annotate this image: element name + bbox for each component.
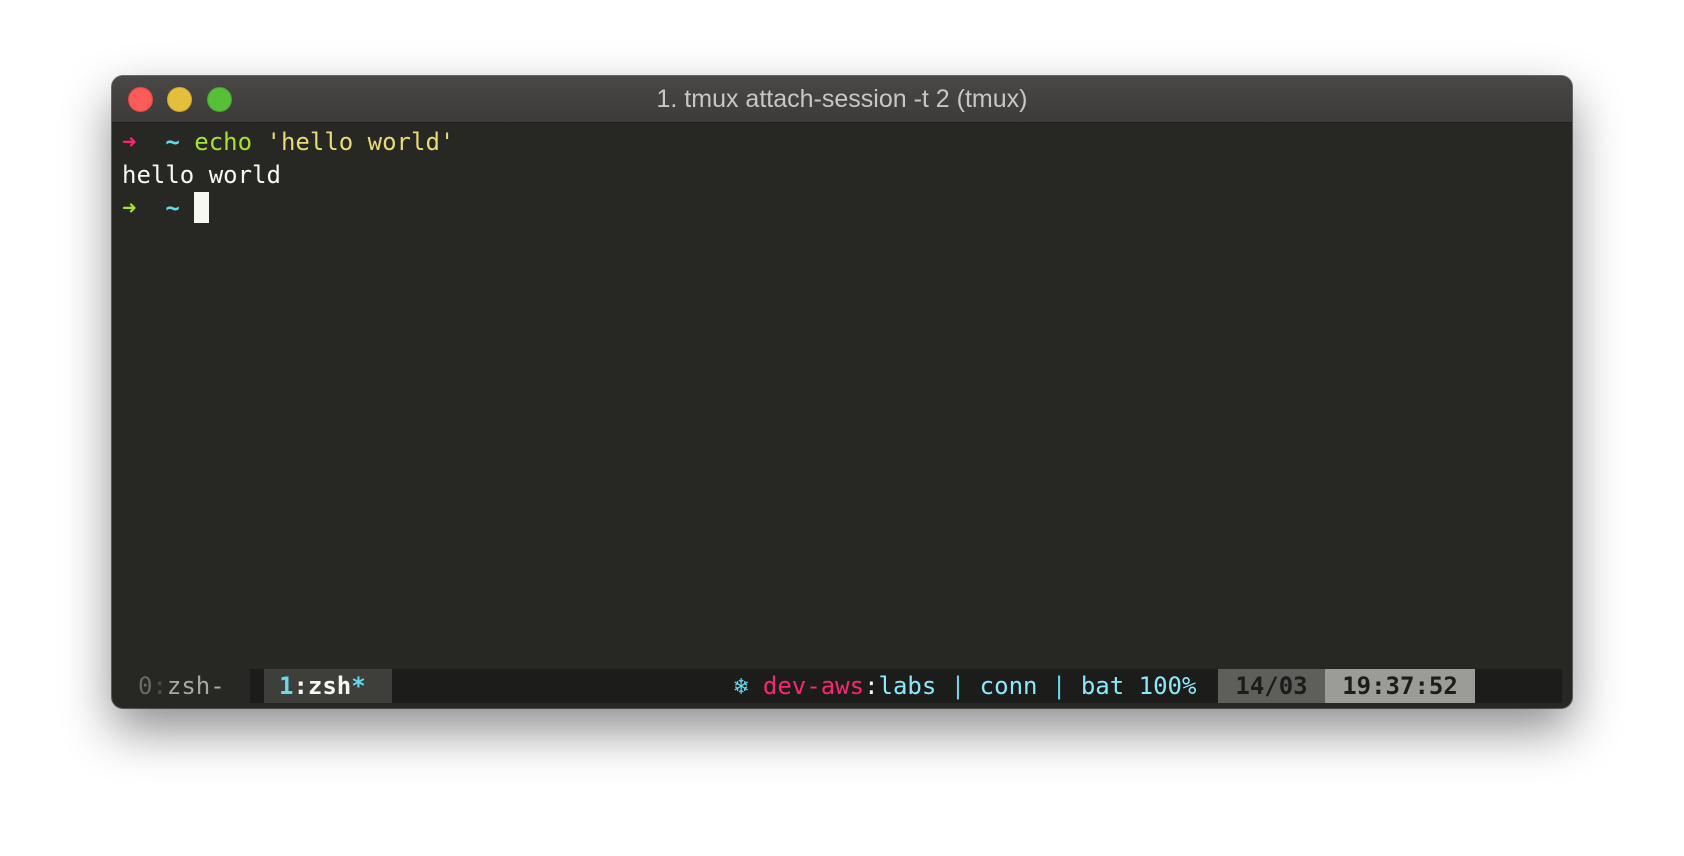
status-bar-tail <box>1475 669 1562 703</box>
kube-separator: : <box>864 672 879 700</box>
battery-status: bat 100% <box>1080 672 1197 700</box>
status-date: 14/03 <box>1218 669 1325 703</box>
terminal-prompt-line[interactable]: ➜ ~ <box>122 192 210 225</box>
window-flag: * <box>351 672 366 700</box>
status-divider: | <box>950 672 966 700</box>
prompt-directory: ~ <box>165 128 180 156</box>
kubernetes-icon: ❄ <box>734 672 749 700</box>
window-index: 1 <box>279 672 294 700</box>
window-name: zsh <box>307 672 352 700</box>
command-argument: 'hello world' <box>266 128 455 156</box>
terminal-line: ➜ ~ echo 'hello world' <box>122 126 454 159</box>
prompt-arrow-icon: ➜ <box>122 194 137 222</box>
command-text: echo <box>194 128 253 156</box>
text-cursor <box>194 192 210 223</box>
kube-namespace: labs <box>878 672 937 700</box>
terminal-pane[interactable]: ➜ ~ echo 'hello world' hello world ➜ ~ <box>122 126 1562 626</box>
prompt-directory: ~ <box>165 194 180 222</box>
window-separator: : <box>293 672 308 700</box>
window-separator: : <box>152 672 167 700</box>
status-divider: | <box>1051 672 1067 700</box>
terminal-output-line: hello world <box>122 161 281 189</box>
window-name: zsh <box>166 672 211 700</box>
tmux-window-0[interactable]: 0:zsh- <box>122 669 250 703</box>
status-right: ❄ dev-aws:labs | conn | bat 100% <box>734 669 1196 703</box>
status-time: 19:37:52 <box>1325 669 1475 703</box>
window-title: 1. tmux attach-session -t 2 (tmux) <box>656 85 1028 113</box>
kube-context: dev-aws <box>762 672 865 700</box>
tmux-window-1-active[interactable]: 1:zsh* <box>264 669 392 703</box>
terminal-window: 1. tmux attach-session -t 2 (tmux) ➜ ~ e… <box>112 76 1572 708</box>
connection-status: conn <box>979 672 1038 700</box>
title-bar[interactable]: 1. tmux attach-session -t 2 (tmux) <box>112 76 1572 123</box>
window-flag: - <box>210 672 225 700</box>
tmux-status-bar: 0:zsh- 1:zsh* ❄ dev-aws:labs | conn | ba… <box>122 669 1562 703</box>
window-index: 0 <box>138 672 153 700</box>
prompt-arrow-icon: ➜ <box>122 128 137 156</box>
